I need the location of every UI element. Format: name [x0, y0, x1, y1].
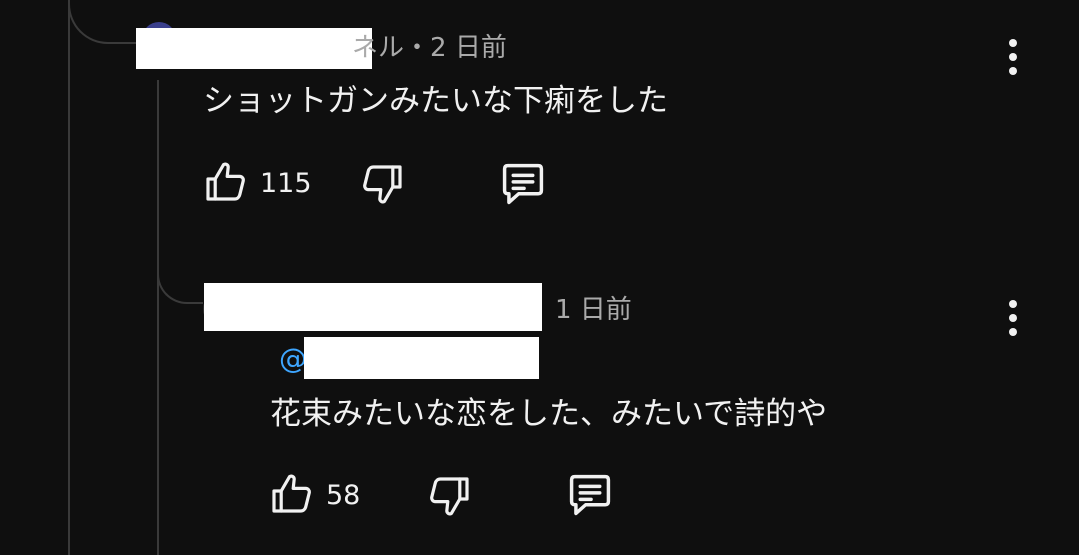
comment-meta: ネル・2 日前 — [352, 27, 507, 64]
outer-thread-line — [68, 0, 70, 555]
reply-meta: 1 日前 — [555, 289, 632, 326]
author-name-partial[interactable]: ネル — [352, 33, 404, 63]
comment-timestamp[interactable]: 2 日前 — [430, 33, 507, 63]
more-vertical-icon — [1009, 39, 1017, 47]
reply-menu-button[interactable] — [1003, 298, 1023, 338]
reply-like-count: 58 — [326, 480, 361, 511]
reply-thread-curve — [157, 252, 203, 304]
reply-comment-icon[interactable] — [564, 469, 616, 521]
comment-text: ショットガンみたいな下痢をした — [203, 83, 668, 119]
thumbs-up-icon[interactable] — [202, 158, 250, 206]
thumbs-down-icon[interactable] — [358, 160, 406, 208]
reply-timestamp[interactable]: 1 日前 — [555, 295, 632, 325]
author-name-redacted — [136, 28, 372, 69]
reply-author-name-redacted — [204, 283, 542, 331]
reply-thread-line — [157, 80, 159, 555]
thumbs-down-icon[interactable] — [425, 472, 473, 520]
comment-menu-button[interactable] — [1003, 37, 1023, 77]
thumbs-up-icon[interactable] — [268, 470, 316, 518]
meta-separator: ・ — [404, 33, 431, 63]
reply-comment-icon[interactable] — [497, 158, 549, 210]
like-count: 115 — [260, 168, 312, 199]
more-vertical-icon — [1009, 300, 1017, 308]
reply-text: 花束みたいな恋をした、みたいで詩的や — [270, 396, 828, 432]
mention-name-redacted — [304, 337, 539, 379]
outer-thread-curve — [68, 0, 136, 44]
reply-mention[interactable]: @ — [279, 342, 307, 375]
